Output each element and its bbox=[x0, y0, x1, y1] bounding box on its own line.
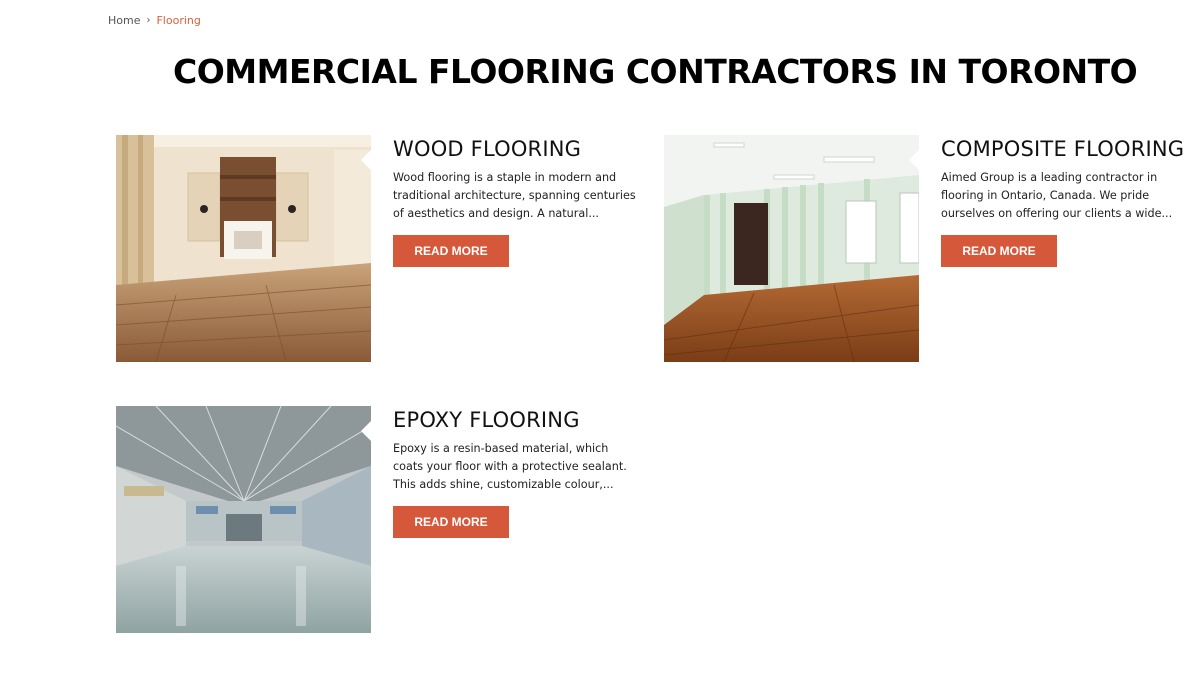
composite-flooring-image[interactable] bbox=[664, 135, 919, 362]
epoxy-flooring-image[interactable] bbox=[116, 406, 371, 633]
breadcrumb: Home › Flooring bbox=[108, 14, 201, 27]
card-excerpt: Epoxy is a resin-based material, which c… bbox=[393, 442, 627, 491]
card-excerpt: Aimed Group is a leading contractor in f… bbox=[941, 171, 1173, 220]
image-notch bbox=[909, 149, 920, 171]
card-title[interactable]: WOOD FLOORING bbox=[393, 135, 638, 163]
wood-flooring-image[interactable] bbox=[116, 135, 371, 362]
card-title[interactable]: EPOXY FLOORING bbox=[393, 406, 638, 434]
image-notch bbox=[361, 149, 372, 171]
read-more-button[interactable]: READ MORE bbox=[393, 506, 509, 538]
read-more-button[interactable]: READ MORE bbox=[393, 235, 509, 267]
page-title: COMMERCIAL FLOORING CONTRACTORS IN TORON… bbox=[173, 52, 1138, 91]
breadcrumb-current: Flooring bbox=[156, 14, 201, 27]
card-excerpt: Wood flooring is a staple in modern and … bbox=[393, 171, 636, 220]
breadcrumb-separator: › bbox=[146, 15, 151, 26]
card-title[interactable]: COMPOSITE FLOORING bbox=[941, 135, 1186, 163]
read-more-button[interactable]: READ MORE bbox=[941, 235, 1057, 267]
image-notch bbox=[361, 420, 372, 442]
breadcrumb-home-link[interactable]: Home bbox=[108, 14, 140, 27]
